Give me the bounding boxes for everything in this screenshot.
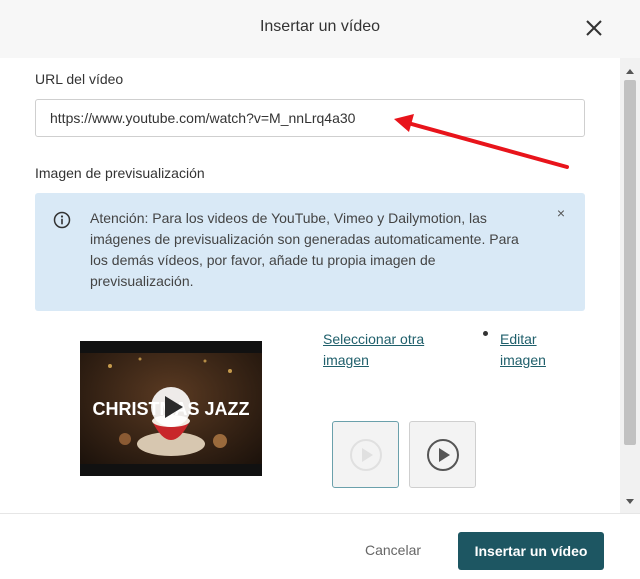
notice-text: Atención: Para los videos de YouTube, Vi… — [90, 210, 519, 289]
select-other-image-link[interactable]: Seleccionar otra imagen — [323, 329, 424, 371]
dialog-footer: Cancelar Insertar un vídeo — [0, 513, 640, 579]
video-thumbnail: CHRISTMAS JAZZ — [80, 341, 262, 476]
cancel-button[interactable]: Cancelar — [353, 536, 433, 564]
insert-video-button[interactable]: Insertar un vídeo — [458, 532, 604, 570]
play-style-option-dark[interactable] — [409, 421, 476, 488]
play-circle-icon — [427, 439, 459, 471]
scroll-down-icon[interactable] — [620, 495, 640, 509]
close-icon[interactable] — [580, 14, 608, 42]
play-style-option-light[interactable] — [332, 421, 399, 488]
info-icon — [53, 211, 71, 229]
notice-close-icon[interactable]: × — [553, 205, 569, 221]
scrollbar[interactable] — [620, 58, 640, 513]
url-label: URL del vídeo — [35, 71, 124, 87]
info-notice: Atención: Para los videos de YouTube, Vi… — [35, 193, 585, 311]
video-url-input[interactable] — [35, 99, 585, 137]
edit-image-link[interactable]: Editar imagen — [500, 329, 546, 371]
dialog-title: Insertar un vídeo — [259, 18, 381, 35]
dialog-header: Insertar un vídeo — [0, 0, 640, 58]
preview-label: Imagen de previsualización — [35, 165, 205, 181]
play-circle-icon — [350, 439, 382, 471]
list-bullet — [483, 331, 488, 336]
scroll-up-icon[interactable] — [620, 64, 640, 78]
scroll-thumb[interactable] — [624, 80, 636, 445]
dialog-body: URL del vídeo Imagen de previsualización… — [0, 58, 620, 513]
